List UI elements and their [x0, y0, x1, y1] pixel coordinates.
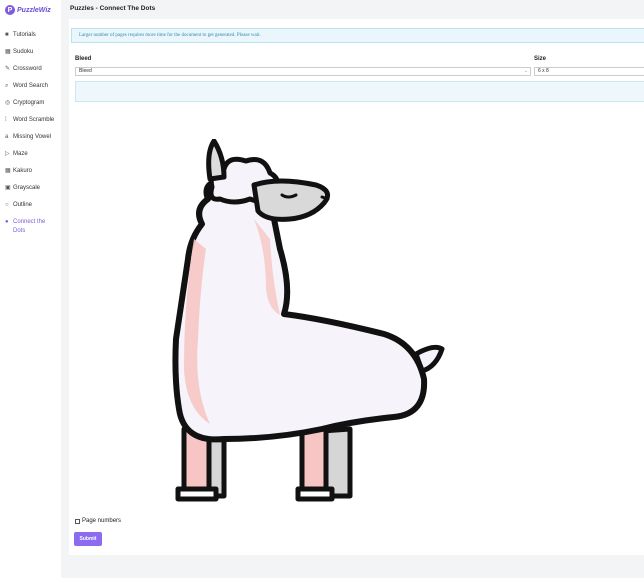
- size-selected-value: 6 x 8: [538, 68, 549, 74]
- sidebar-item-label: Kakuro: [13, 168, 33, 174]
- sidebar: P PuzzleWiz ■ Tutorials ▦ Sudoku ✎ Cross…: [0, 0, 61, 578]
- sidebar-item-maze[interactable]: ▷ Maze: [5, 150, 59, 159]
- maze-icon: ▷: [5, 151, 10, 157]
- sidebar-item-kakuro[interactable]: ▦ Kakuro: [5, 167, 59, 176]
- sidebar-item-label: Outline: [13, 202, 33, 208]
- size-label: Size: [534, 56, 547, 62]
- search-icon: ⌕: [5, 83, 9, 89]
- tutorials-icon: ■: [5, 32, 9, 38]
- sidebar-item-missing-vowel[interactable]: a Missing Vowel: [5, 133, 59, 142]
- brand-name: PuzzleWiz: [17, 6, 51, 14]
- cryptogram-icon: ◎: [5, 100, 11, 106]
- chevron-down-icon: ⌄: [523, 68, 528, 74]
- sidebar-item-label: Connect the Dots: [13, 219, 46, 234]
- sidebar-item-connect-the-dots[interactable]: ● Connect the Dots: [5, 218, 59, 236]
- sidebar-item-grayscale[interactable]: ▣ Grayscale: [5, 184, 59, 193]
- size-select[interactable]: 6 x 8: [534, 67, 644, 76]
- sidebar-item-label: Grayscale: [13, 185, 41, 191]
- outline-icon: ○: [5, 202, 9, 208]
- submit-button[interactable]: Submit: [74, 532, 102, 546]
- sidebar-item-label: Tutorials: [13, 32, 36, 38]
- sidebar-item-cryptogram[interactable]: ◎ Cryptogram: [5, 99, 59, 108]
- sidebar-item-label: Crossword: [13, 66, 42, 72]
- llama-illustration: [172, 138, 445, 502]
- brand-logo[interactable]: P PuzzleWiz: [5, 5, 51, 15]
- bleed-selected-value: Bleed: [79, 68, 92, 74]
- sidebar-item-outline[interactable]: ○ Outline: [5, 201, 59, 210]
- puzzle-preview-image: [154, 138, 454, 514]
- sidebar-item-label: Maze: [13, 151, 28, 157]
- kakuro-icon: ▦: [5, 168, 11, 174]
- sudoku-icon: ▦: [5, 49, 11, 55]
- sidebar-item-label: Word Search: [13, 83, 48, 89]
- sidebar-item-label: Missing Vowel: [13, 134, 52, 140]
- connect-dots-icon: ●: [5, 219, 9, 225]
- page-numbers-row[interactable]: Page numbers: [75, 518, 121, 524]
- sidebar-item-word-scramble[interactable]: ⁞ Word Scramble: [5, 116, 59, 125]
- grayscale-icon: ▣: [5, 185, 11, 191]
- bleed-label: Bleed: [75, 56, 92, 62]
- main-content: Puzzles - Connect The Dots Larger number…: [61, 0, 644, 578]
- bleed-select[interactable]: Bleed ⌄: [75, 67, 531, 76]
- options-box: [75, 81, 644, 102]
- word-scramble-icon: ⁞: [5, 117, 7, 123]
- sidebar-item-label: Word Scramble: [13, 117, 55, 123]
- missing-vowel-icon: a: [5, 134, 9, 140]
- page-title: Puzzles - Connect The Dots: [70, 5, 156, 12]
- sidebar-item-label: Sudoku: [13, 49, 34, 55]
- sidebar-item-sudoku[interactable]: ▦ Sudoku: [5, 48, 59, 57]
- sidebar-item-crossword[interactable]: ✎ Crossword: [5, 65, 59, 74]
- form-card: Larger number of pages requires more tim…: [69, 19, 644, 555]
- crossword-icon: ✎: [5, 66, 11, 72]
- sidebar-item-label: Cryptogram: [13, 100, 45, 106]
- sidebar-item-tutorials[interactable]: ■ Tutorials: [5, 31, 59, 40]
- page-numbers-checkbox[interactable]: [75, 518, 80, 524]
- info-alert: Larger number of pages requires more tim…: [71, 28, 644, 43]
- sidebar-item-word-search[interactable]: ⌕ Word Search: [5, 82, 59, 91]
- page-numbers-label: Page numbers: [82, 518, 122, 524]
- logo-icon: P: [5, 5, 15, 15]
- sidebar-nav: ■ Tutorials ▦ Sudoku ✎ Crossword ⌕ Word …: [5, 31, 59, 244]
